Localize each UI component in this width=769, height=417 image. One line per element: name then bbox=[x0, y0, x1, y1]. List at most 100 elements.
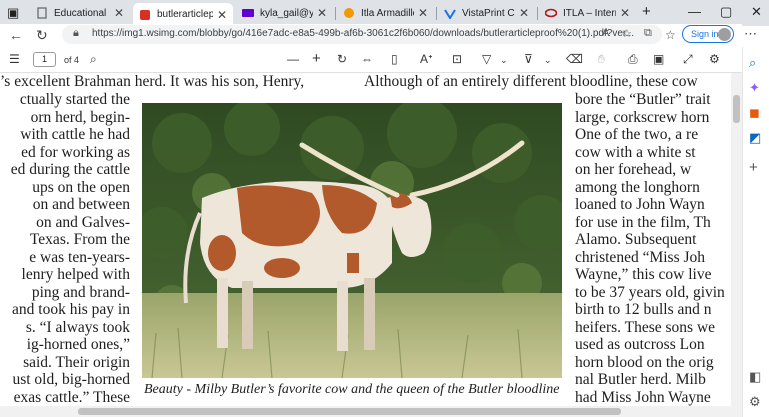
page-count: of 4 bbox=[64, 55, 80, 65]
window-close-icon[interactable]: ✕ bbox=[751, 4, 762, 20]
tab-itla-armadillo[interactable]: Itla Armadillo Clas ✕ bbox=[337, 3, 434, 23]
tab-title: ITLA – Internation bbox=[563, 7, 616, 19]
right-column-line: used as outcross Lon bbox=[575, 336, 705, 353]
page-number: 1 bbox=[41, 54, 47, 64]
add-icon[interactable]: + bbox=[749, 159, 758, 176]
close-icon[interactable]: ✕ bbox=[418, 6, 428, 20]
tab-title: butlerarticleproof bbox=[157, 9, 213, 20]
document-icon bbox=[36, 7, 48, 19]
left-column-line: e was ten-years- bbox=[29, 248, 130, 266]
tab-title: VistaPrint Cart bbox=[462, 7, 515, 19]
url-box[interactable]: 🔒︎ https://img1.wsimg.com/blobby/go/416e… bbox=[62, 25, 662, 44]
chevron-down-icon[interactable]: ⌄ bbox=[500, 55, 508, 66]
zoom-in-icon[interactable]: + bbox=[312, 50, 321, 67]
sign-in-label: Sign in bbox=[691, 29, 719, 39]
right-column-line: had Miss John Wayne bbox=[575, 388, 711, 406]
itla-icon bbox=[343, 7, 355, 19]
close-icon[interactable]: ✕ bbox=[620, 6, 630, 20]
tab-title: kyla_gail@yahoo. bbox=[260, 7, 313, 19]
right-column-line: christened “Miss Joh bbox=[575, 248, 706, 266]
photo-caption: Beauty - Milby Butler’s favorite cow and… bbox=[144, 382, 560, 397]
horizontal-scrollbar[interactable] bbox=[0, 406, 742, 417]
left-column-line: lenry helped with bbox=[21, 266, 130, 283]
draw-icon[interactable]: ▽ bbox=[482, 52, 491, 66]
contents-icon[interactable]: ☰ bbox=[9, 52, 20, 66]
touch-icon[interactable]: ✋︎ bbox=[598, 52, 605, 67]
office-icon[interactable]: ◼ bbox=[749, 105, 760, 121]
close-icon[interactable]: ✕ bbox=[317, 6, 327, 20]
new-tab-button[interactable]: + bbox=[642, 3, 651, 20]
rotate-icon[interactable]: ↻ bbox=[337, 52, 347, 66]
left-column-line: exas cattle.” These bbox=[13, 388, 130, 406]
close-icon[interactable]: ✕ bbox=[519, 6, 529, 20]
fit-page-icon[interactable]: ⇔ bbox=[361, 52, 373, 66]
scrollbar-thumb[interactable] bbox=[78, 408, 621, 415]
tab-vistaprint[interactable]: VistaPrint Cart ✕ bbox=[438, 3, 535, 23]
close-icon[interactable]: ✕ bbox=[114, 6, 124, 20]
chevron-down-icon[interactable]: ⌄ bbox=[544, 55, 552, 66]
minimize-icon[interactable]: — bbox=[688, 4, 701, 19]
pdf-toolbar: ☰ 1 of 4 ⌕ — + ↻ ⇔ ▯ Aᐩ ⊡ ▽ ⌄ ⊽ ⌄ ⌫ ✋︎ ⎙… bbox=[0, 47, 742, 73]
favorites-icon[interactable]: ☆ bbox=[665, 28, 676, 42]
search-icon[interactable]: ⌕ bbox=[90, 52, 97, 67]
tab-itla-international[interactable]: ITLA – Internation ✕ bbox=[539, 3, 636, 23]
copilot-icon[interactable]: ✦ bbox=[749, 80, 760, 96]
hide-sidebar-icon[interactable]: ◧ bbox=[749, 369, 761, 385]
left-column-line: ust old, big-horned bbox=[12, 371, 130, 388]
more-options-icon[interactable]: ⋯ bbox=[744, 26, 757, 42]
favorite-star-icon[interactable]: ☆ bbox=[622, 27, 632, 40]
zoom-out-icon[interactable]: — bbox=[287, 52, 299, 66]
url-text[interactable]: https://img1.wsimg.com/blobby/go/416e7ad… bbox=[92, 28, 634, 39]
pdf-icon bbox=[139, 9, 151, 21]
read-aloud-icon[interactable]: A bbox=[602, 27, 609, 39]
left-column-line: ups on the open bbox=[32, 178, 130, 196]
right-column-line: Wayne,” this cow live bbox=[575, 266, 712, 283]
left-column-line: with cattle he had bbox=[20, 126, 130, 143]
refresh-icon[interactable]: ↻ bbox=[36, 27, 48, 44]
tab-title: Itla Armadillo Clas bbox=[361, 7, 414, 19]
highlight-icon[interactable]: ⊽ bbox=[524, 52, 533, 66]
left-column-line: ig-horned ones,” bbox=[26, 336, 130, 353]
article-top-line-right: Although of an entirely different bloodl… bbox=[364, 73, 698, 90]
workspaces-icon[interactable]: ▣ bbox=[7, 5, 19, 21]
right-column-line: on her forehead, w bbox=[575, 161, 692, 178]
tab-butlerarticleproof[interactable]: butlerarticleproof ✕ bbox=[133, 3, 233, 26]
save-icon[interactable]: ▣ bbox=[653, 52, 664, 66]
settings-gear-icon[interactable]: ⚙ bbox=[709, 52, 720, 66]
back-icon[interactable]: ← bbox=[9, 27, 23, 43]
close-icon[interactable]: ✕ bbox=[217, 8, 227, 22]
print-icon[interactable]: ⎙ bbox=[628, 52, 638, 67]
right-column-line: nal Butler herd. Milb bbox=[575, 371, 706, 388]
avatar bbox=[718, 28, 731, 41]
right-column-line: cow with a white st bbox=[575, 143, 696, 161]
left-column-line: on and between bbox=[32, 196, 130, 213]
left-column-line: said. Their origin bbox=[23, 353, 130, 371]
outlook-icon[interactable]: ◩ bbox=[749, 130, 761, 146]
search-icon[interactable]: ⌕ bbox=[749, 55, 756, 71]
erase-icon[interactable]: ⌫ bbox=[566, 52, 583, 66]
article-left-column: ctually started the orn herd, begin-with … bbox=[0, 91, 130, 406]
right-column-line: loaned to John Wayn bbox=[575, 196, 705, 213]
page-number-input[interactable]: 1 bbox=[33, 52, 56, 67]
sign-in-button[interactable]: Sign in bbox=[682, 25, 734, 43]
fullscreen-icon[interactable]: ⤢ bbox=[683, 52, 693, 67]
maximize-icon[interactable]: ▢ bbox=[720, 4, 732, 20]
tab-strip: ▣ Educational ✕ butlerarticleproof ✕ kyl… bbox=[0, 0, 769, 26]
tab-yahoo-mail[interactable]: kyla_gail@yahoo. ✕ bbox=[236, 3, 333, 23]
read-aloud-icon[interactable]: Aᐩ bbox=[420, 52, 433, 66]
settings-gear-icon[interactable]: ⚙ bbox=[749, 394, 761, 410]
vertical-scrollbar[interactable] bbox=[731, 73, 742, 406]
lock-icon[interactable]: 🔒︎ bbox=[73, 27, 79, 40]
left-column-line: s. “I always took bbox=[25, 318, 130, 336]
tab-educational[interactable]: Educational ✕ bbox=[30, 3, 130, 23]
collections-icon[interactable]: ⧉ bbox=[644, 27, 652, 40]
right-column-line: Alamo. Subsequent bbox=[575, 231, 697, 248]
address-bar: ← ↻ 🔒︎ https://img1.wsimg.com/blobby/go/… bbox=[0, 24, 757, 46]
right-column-line: to be 37 years old, givin bbox=[575, 283, 725, 301]
tab-title: Educational bbox=[54, 7, 107, 19]
text-box-icon[interactable]: ⊡ bbox=[452, 52, 462, 66]
scrollbar-thumb[interactable] bbox=[733, 95, 740, 123]
pdf-page: ’s excellent Brahman herd. It was his so… bbox=[0, 73, 742, 406]
right-column-line: horn blood on the orig bbox=[575, 353, 714, 371]
page-view-icon[interactable]: ▯ bbox=[391, 52, 398, 66]
